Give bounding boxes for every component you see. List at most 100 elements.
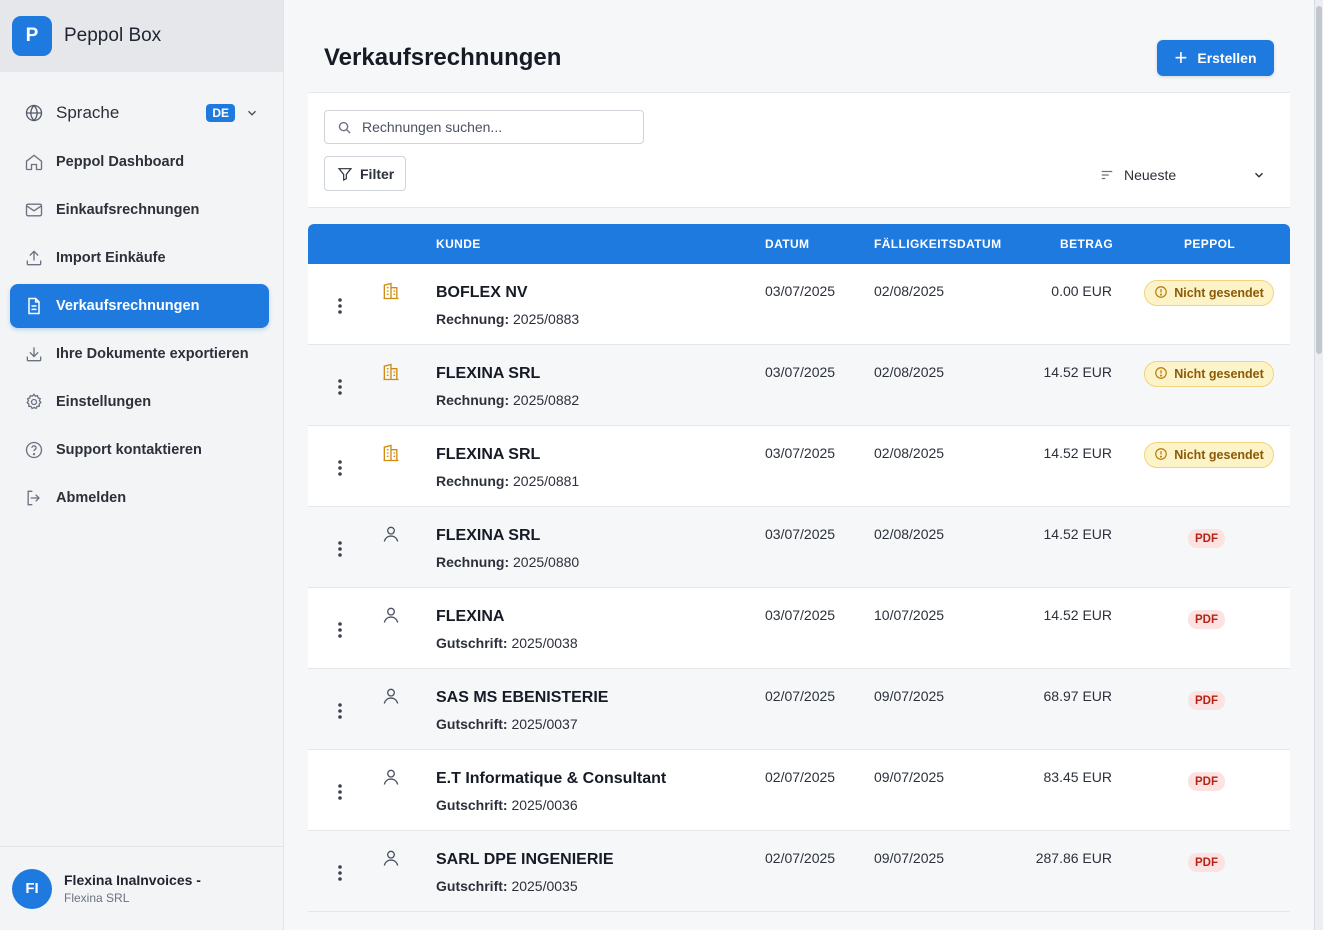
table-row[interactable]: FLEXINA Gutschrift: 2025/0038 03/07/2025 10… — [308, 588, 1290, 669]
table-row[interactable]: FLEXINA SRL Rechnung: 2025/0881 03/07/2025… — [308, 426, 1290, 507]
mail-icon — [25, 203, 43, 217]
column-header-due-date[interactable]: FÄLLIGKEITSDATUM — [874, 237, 1002, 251]
table-row[interactable]: FLEXINA SRL Rechnung: 2025/0882 03/07/2025… — [308, 345, 1290, 426]
due-date: 09/07/2025 — [874, 850, 945, 866]
sidebar-item-label: Ihre Dokumente exportieren — [56, 346, 249, 362]
more-actions-icon[interactable] — [334, 297, 346, 315]
customer-name[interactable]: FLEXINA SRL — [436, 365, 540, 383]
sidebar-item-dashboard[interactable]: Peppol Dashboard — [10, 140, 269, 184]
scrollbar-thumb[interactable] — [1316, 6, 1322, 354]
building-icon — [381, 443, 401, 463]
amount: 14.52 EUR — [1043, 445, 1112, 461]
main-content: Verkaufsrechnungen + Erstellen Filter Ne… — [284, 0, 1314, 930]
customer-name[interactable]: SAS MS EBENISTERIE — [436, 689, 608, 707]
sidebar-item-settings[interactable]: Einstellungen — [10, 380, 269, 424]
filter-button[interactable]: Filter — [324, 156, 406, 191]
invoice-date: 03/07/2025 — [765, 364, 836, 380]
person-icon — [381, 686, 401, 706]
person-icon — [381, 767, 401, 787]
amount: 83.45 EUR — [1043, 769, 1112, 785]
customer-name[interactable]: SARL DPE INGENIERIE — [436, 851, 614, 869]
customer-name[interactable]: FLEXINA SRL — [436, 527, 540, 545]
more-actions-icon[interactable] — [334, 702, 346, 720]
more-actions-icon[interactable] — [334, 540, 346, 558]
search-input[interactable] — [362, 119, 642, 135]
document-kind: Rechnung: — [436, 473, 510, 489]
table-row[interactable]: E.T Informatique & Consultant Gutschrift:… — [308, 750, 1290, 831]
document-kind: Rechnung: — [436, 392, 510, 408]
page-scrollbar[interactable] — [1314, 0, 1323, 930]
sidebar-item-logout[interactable]: Abmelden — [10, 476, 269, 520]
customer-name[interactable]: BOFLEX NV — [436, 284, 528, 302]
pdf-badge[interactable]: PDF — [1188, 610, 1225, 629]
due-date: 02/08/2025 — [874, 364, 945, 380]
document-icon — [28, 297, 40, 315]
more-actions-icon[interactable] — [334, 783, 346, 801]
sort-icon — [1101, 170, 1113, 180]
building-icon — [381, 281, 401, 301]
document-reference: Rechnung: 2025/0880 — [436, 554, 579, 570]
document-number: 2025/0037 — [511, 716, 578, 732]
pdf-badge[interactable]: PDF — [1188, 691, 1225, 710]
create-button[interactable]: + Erstellen — [1157, 40, 1274, 76]
filter-label: Filter — [360, 165, 395, 182]
customer-name[interactable]: E.T Informatique & Consultant — [436, 770, 666, 788]
document-kind: Gutschrift: — [436, 797, 508, 813]
column-header-amount[interactable]: BETRAG — [1060, 237, 1113, 251]
invoice-date: 02/07/2025 — [765, 850, 836, 866]
sidebar-item-import-purchases[interactable]: Import Einkäufe — [10, 236, 269, 280]
sidebar-item-export-documents[interactable]: Ihre Dokumente exportieren — [10, 332, 269, 376]
pdf-badge[interactable]: PDF — [1188, 772, 1225, 791]
document-number: 2025/0882 — [513, 392, 580, 408]
customer-name[interactable]: FLEXINA SRL — [436, 446, 540, 464]
amount: 14.52 EUR — [1043, 526, 1112, 542]
sidebar-nav: Sprache DE Peppol Dashboard Einkaufsrech… — [0, 72, 283, 520]
user-name: Flexina InaInvoices - — [64, 872, 201, 888]
sort-dropdown[interactable]: Neueste — [1100, 165, 1266, 185]
sidebar-item-support[interactable]: Support kontaktieren — [10, 428, 269, 472]
user-org: Flexina SRL — [64, 891, 130, 905]
logout-icon — [27, 490, 40, 506]
column-header-date[interactable]: DATUM — [765, 237, 809, 251]
app-logo: P — [12, 16, 52, 56]
column-header-customer[interactable]: KUNDE — [436, 237, 481, 251]
table-row[interactable]: SARL DPE INGENIERIE Gutschrift: 2025/0035… — [308, 831, 1290, 912]
more-actions-icon[interactable] — [334, 378, 346, 396]
chevron-down-icon — [1255, 172, 1263, 178]
warning-icon — [1154, 285, 1174, 302]
document-reference: Gutschrift: 2025/0038 — [436, 635, 578, 651]
pdf-badge[interactable]: PDF — [1188, 529, 1225, 548]
status-label: Nicht gesendet — [1174, 448, 1264, 462]
document-kind: Rechnung: — [436, 554, 510, 570]
table-row[interactable]: FLEXINA SRL Rechnung: 2025/0880 03/07/2025… — [308, 507, 1290, 588]
more-actions-icon[interactable] — [334, 459, 346, 477]
help-icon — [25, 441, 43, 459]
status-label: Nicht gesendet — [1174, 286, 1264, 300]
table-body: BOFLEX NV Rechnung: 2025/0883 03/07/2025 02… — [308, 264, 1290, 912]
create-button-label: Erstellen — [1197, 50, 1257, 66]
due-date: 10/07/2025 — [874, 607, 945, 623]
sidebar-item-purchase-invoices[interactable]: Einkaufsrechnungen — [10, 188, 269, 232]
language-selector[interactable]: Sprache DE — [0, 92, 283, 134]
search-box[interactable] — [324, 110, 644, 144]
chevron-down-icon — [248, 110, 256, 116]
sidebar-item-label: Abmelden — [56, 490, 127, 506]
amount: 14.52 EUR — [1043, 607, 1112, 623]
pdf-badge[interactable]: PDF — [1188, 853, 1225, 872]
document-number: 2025/0036 — [511, 797, 578, 813]
table-row[interactable]: BOFLEX NV Rechnung: 2025/0883 03/07/2025 02… — [308, 264, 1290, 345]
globe-icon — [25, 104, 43, 122]
more-actions-icon[interactable] — [334, 864, 346, 882]
warning-icon — [1154, 366, 1174, 383]
user-profile[interactable]: FI Flexina InaInvoices - Flexina SRL — [0, 846, 283, 930]
status-badge: Nicht gesendet — [1144, 442, 1274, 468]
status-badge: Nicht gesendet — [1144, 280, 1274, 306]
document-reference: Gutschrift: 2025/0035 — [436, 878, 578, 894]
invoice-date: 03/07/2025 — [765, 526, 836, 542]
brand-header[interactable]: P Peppol Box — [0, 0, 283, 72]
table-row[interactable]: SAS MS EBENISTERIE Gutschrift: 2025/0037 0… — [308, 669, 1290, 750]
home-icon — [25, 154, 43, 171]
customer-name[interactable]: FLEXINA — [436, 608, 504, 626]
more-actions-icon[interactable] — [334, 621, 346, 639]
sidebar-item-sales-invoices[interactable]: Verkaufsrechnungen — [10, 284, 269, 328]
